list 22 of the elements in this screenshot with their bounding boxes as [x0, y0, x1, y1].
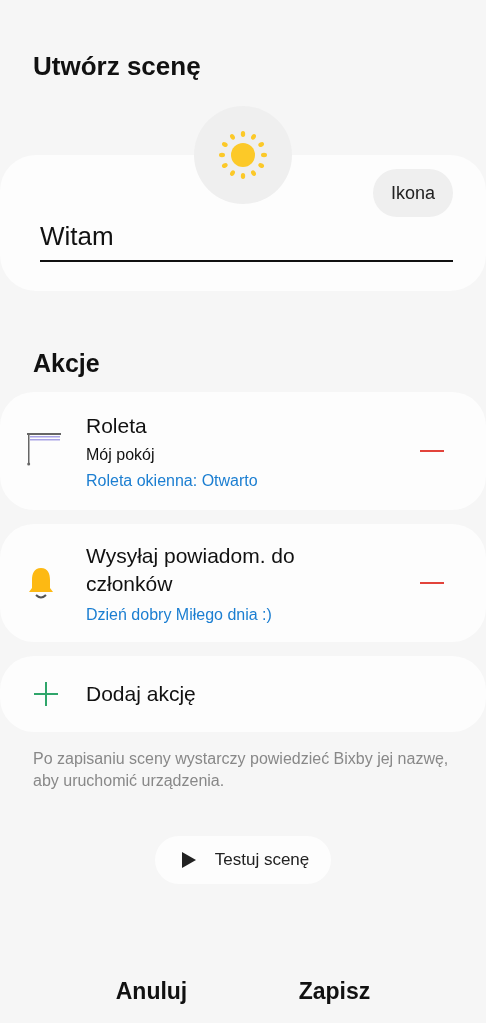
- section-heading: Akcje: [33, 348, 101, 379]
- save-button[interactable]: Zapisz: [286, 970, 383, 1013]
- scene-card[interactable]: Ikona Witam: [0, 155, 486, 291]
- name-field[interactable]: Witam: [40, 217, 453, 262]
- page-title: Utwórz scenę: [33, 50, 202, 83]
- bell-icon: [26, 566, 56, 600]
- add-action-label: Dodaj akcję: [86, 682, 196, 706]
- cancel-button[interactable]: Anuluj: [103, 970, 200, 1013]
- action-detail: Roleta okienna: Otwarto: [86, 472, 259, 490]
- icon-button[interactable]: Ikona: [372, 169, 453, 217]
- action-card[interactable]: Wysyłaj powiadom. do członków Dzień dobry Miłego dnia :): [0, 524, 486, 642]
- action-detail: Dzień dobry Miłego dnia :): [86, 606, 273, 624]
- add-action-button[interactable]: Dodaj akcję: [0, 656, 486, 732]
- play-icon: [180, 851, 197, 869]
- sun-icon: [218, 130, 268, 180]
- plus-icon: [32, 680, 60, 708]
- action-title: Wysyłaj powiadom. do członków: [86, 543, 296, 597]
- info-text: Po zapisaniu sceny wystarczy powiedzieć Bixby jej nazwę, aby uruchomić urządzenia.: [33, 749, 450, 791]
- action-card[interactable]: Roleta Mój pokój Roleta okienna: Otwarto: [0, 392, 486, 510]
- test-scene-button[interactable]: Testuj scenę: [154, 836, 332, 884]
- action-title: Roleta: [86, 413, 148, 439]
- action-subtitle: Mój pokój: [86, 446, 156, 464]
